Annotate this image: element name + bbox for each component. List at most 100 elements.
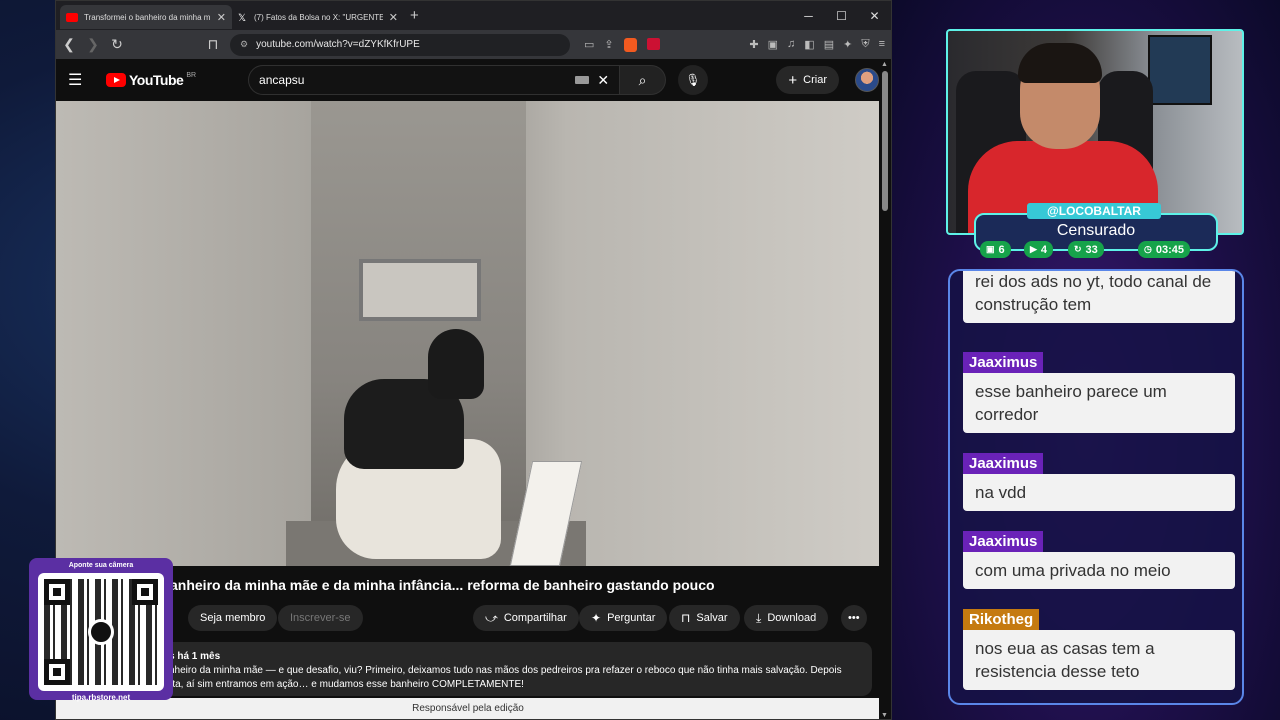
youtube-favicon-icon xyxy=(66,12,78,22)
subscribe-label: Inscrever-se xyxy=(290,612,351,624)
extension-toolbar: ✚ ▣ ♫ ◧ ▤ ✦ ⛨ ≡ xyxy=(749,38,885,51)
youtube-header: ☰ YouTube BR ancapsu ✕ ⌕ 🎙 + Criar xyxy=(56,59,891,101)
youtube-wordmark: YouTube xyxy=(129,72,184,88)
chat-text: rei dos ads no yt, todo canal de constru… xyxy=(963,271,1235,323)
tab-x[interactable]: 𝕏 (7) Fatos da Bolsa no X: "URGENTE: Aca… xyxy=(232,5,404,29)
create-button[interactable]: + Criar xyxy=(776,66,839,94)
video-frame-niche xyxy=(359,259,481,321)
tab-title: Transformei o banheiro da minha m xyxy=(84,12,211,22)
scroll-down-icon[interactable]: ▼ xyxy=(881,712,888,719)
download-button[interactable]: ⤓ Download xyxy=(744,605,829,631)
tab-bar: Transformei o banheiro da minha m ✕ 𝕏 (7… xyxy=(56,1,891,30)
hamburger-menu-icon[interactable]: ☰ xyxy=(68,70,96,90)
webcam-monitor xyxy=(1148,35,1212,105)
stat-timer: ◷ 03:45 xyxy=(1138,241,1190,258)
chat-message: Rikotheg nos eua as casas tem a resisten… xyxy=(963,609,1235,690)
scroll-up-icon[interactable]: ▲ xyxy=(881,61,888,68)
share-label: Compartilhar xyxy=(503,612,567,624)
sparkle-icon: ✦ xyxy=(591,611,602,625)
chat-message: Jaaximus esse banheiro parece um corredo… xyxy=(963,352,1235,433)
search-input[interactable]: ancapsu ✕ xyxy=(248,65,621,95)
menu-icon[interactable]: ≡ xyxy=(879,38,885,51)
reload-icon[interactable]: ↻ xyxy=(110,36,124,53)
region-code: BR xyxy=(186,71,197,79)
keyboard-icon[interactable] xyxy=(575,76,590,84)
video-actions: Seja membro Inscrever-se ⤻ Compartilhar … xyxy=(56,605,880,633)
stat-value: 33 xyxy=(1085,243,1098,256)
search-button[interactable]: ⌕ xyxy=(620,65,667,95)
search-value: ancapsu xyxy=(259,73,305,87)
brave-shield-icon[interactable] xyxy=(623,37,637,52)
share-icon[interactable]: ⇪ xyxy=(604,38,613,52)
ask-button[interactable]: ✦ Perguntar xyxy=(579,605,668,631)
qr-top-text: Aponte sua câmera xyxy=(68,562,134,569)
forward-icon[interactable]: ❯ xyxy=(86,36,100,53)
close-window-button[interactable]: ✕ xyxy=(858,9,891,23)
stat-value: 6 xyxy=(998,243,1005,256)
join-button[interactable]: Seja membro xyxy=(188,605,278,631)
chat-icon: ▣ xyxy=(986,244,995,254)
video-frame-person-hair xyxy=(428,329,484,399)
back-icon[interactable]: ❮ xyxy=(62,36,76,53)
site-info-icon[interactable]: ⚙ xyxy=(240,39,248,50)
leo-ai-icon[interactable]: ✦ xyxy=(843,38,852,51)
clear-search-icon[interactable]: ✕ xyxy=(597,72,609,89)
stream-stats: ▣ 6 ▶ 4 ↻ 33 ◷ 03:45 xyxy=(978,241,1210,259)
chat-panel: rei dos ads no yt, todo canal de constru… xyxy=(948,269,1244,705)
description-meta: s há 1 mês xyxy=(169,651,221,662)
chat-message: Jaaximus na vdd xyxy=(963,453,1235,511)
description-box[interactable]: s há 1 mês nheiro da minha mãe — e que d… xyxy=(157,642,872,696)
qr-finder xyxy=(44,659,70,685)
stat-youtube: ▶ 4 xyxy=(1024,241,1054,258)
cast-icon[interactable]: ▭ xyxy=(584,38,594,52)
extensions-icon[interactable]: ✚ xyxy=(749,38,758,51)
tab-title: (7) Fatos da Bolsa no X: "URGENTE: Acabo… xyxy=(254,12,383,22)
download-label: Download xyxy=(767,612,817,624)
create-label: Criar xyxy=(803,74,827,86)
sidebar-icon[interactable]: ◧ xyxy=(804,38,814,51)
screenshot-icon[interactable]: ▣ xyxy=(768,38,778,51)
chat-message: Jaaximus com uma privada no meio xyxy=(963,531,1235,589)
scrollbar-thumb[interactable] xyxy=(882,71,888,211)
tab-youtube[interactable]: Transformei o banheiro da minha m ✕ xyxy=(60,5,232,29)
clock-icon: ◷ xyxy=(1144,244,1152,254)
brave-rewards-icon[interactable] xyxy=(646,37,660,50)
wallet-icon[interactable]: ▤ xyxy=(824,38,834,51)
window-controls: ─ ☐ ✕ xyxy=(792,9,891,23)
video-title: anheiro da minha mãe e da minha infância… xyxy=(170,577,715,593)
url-field[interactable]: ⚙ youtube.com/watch?v=dZYKfKfrUPE xyxy=(230,33,570,56)
tab-close-icon[interactable]: ✕ xyxy=(389,11,398,24)
tab-close-icon[interactable]: ✕ xyxy=(217,11,226,24)
minimize-button[interactable]: ─ xyxy=(792,9,825,23)
chat-text: nos eua as casas tem a resistencia desse… xyxy=(963,630,1235,690)
browser-window: Transformei o banheiro da minha m ✕ 𝕏 (7… xyxy=(55,0,892,720)
share-button[interactable]: ⤻ Compartilhar xyxy=(473,605,579,631)
subscribe-button[interactable]: Inscrever-se xyxy=(278,605,363,631)
stat-value: 4 xyxy=(1040,243,1048,256)
microphone-icon: 🎙 xyxy=(685,73,701,87)
save-bookmark-icon: ⊓ xyxy=(681,611,691,625)
download-icon: ⤓ xyxy=(756,610,762,625)
qr-bottom-text: tipa.rbstore.net xyxy=(71,693,131,702)
new-tab-button[interactable]: + xyxy=(410,7,419,24)
description-line: nheiro da minha mãe — e que desafio, viu… xyxy=(169,665,842,676)
video-player[interactable] xyxy=(56,101,880,566)
more-actions-button[interactable]: ••• xyxy=(841,605,867,631)
save-button[interactable]: ⊓ Salvar xyxy=(669,605,740,631)
maximize-button[interactable]: ☐ xyxy=(825,9,858,23)
youtube-logo[interactable]: YouTube BR xyxy=(106,72,196,88)
avatar[interactable] xyxy=(855,68,879,92)
chat-message: rei dos ads no yt, todo canal de constru… xyxy=(963,271,1235,323)
x-favicon-icon: 𝕏 xyxy=(238,12,247,24)
bookmark-icon[interactable]: ⊓ xyxy=(206,36,220,53)
vpn-icon[interactable]: ⛨ xyxy=(861,38,869,51)
credits-bar: Responsável pela edição xyxy=(56,698,880,719)
chat-username: Jaaximus xyxy=(963,453,1044,474)
music-icon[interactable]: ♫ xyxy=(787,38,795,51)
qr-overlay: Aponte sua câmera tipa.rbstore.net xyxy=(29,558,173,702)
voice-search-button[interactable]: 🎙 xyxy=(678,65,709,95)
qr-finder xyxy=(132,579,158,605)
stat-chat: ▣ 6 xyxy=(980,241,1011,258)
youtube-play-icon xyxy=(106,73,126,87)
page-scrollbar[interactable]: ▲ ▼ xyxy=(879,59,891,719)
